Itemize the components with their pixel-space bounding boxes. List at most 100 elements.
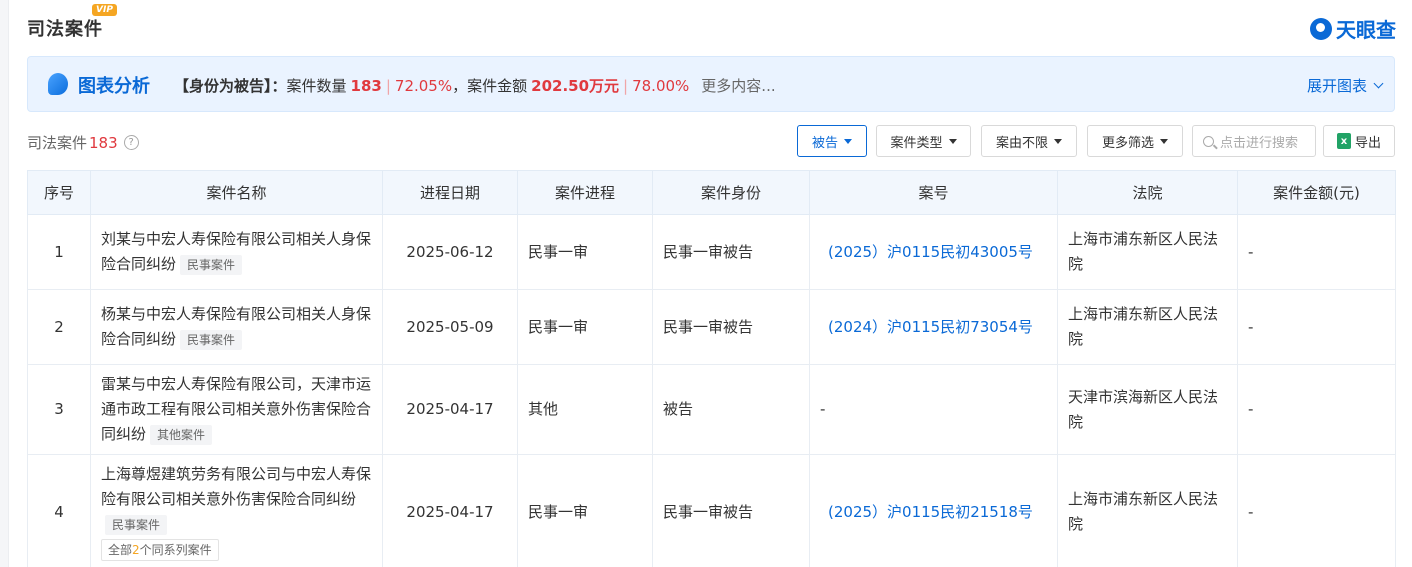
filter-role-label: 被告 xyxy=(811,135,838,151)
date-cell: 2025-06-12 xyxy=(382,214,518,290)
case-no-cell: (2024）沪0115民初73054号 xyxy=(809,289,1058,365)
filter-cause-dropdown[interactable]: 案由不限 xyxy=(981,125,1077,157)
col-header-stage: 案件进程 xyxy=(517,170,653,215)
case-no-link[interactable]: (2025）沪0115民初43005号 xyxy=(828,243,1033,261)
court-cell: 上海市浦东新区人民法院 xyxy=(1057,289,1238,365)
case-type-tag: 民事案件 xyxy=(105,515,168,535)
analysis-title: 图表分析 xyxy=(78,76,150,97)
export-button[interactable]: x 导出 xyxy=(1323,125,1395,157)
more-filters-dropdown[interactable]: 更多筛选 xyxy=(1087,125,1183,157)
row-no: 3 xyxy=(27,364,91,455)
col-header-no: 序号 xyxy=(27,170,91,215)
case-name-cell: 上海尊煜建筑劳务有限公司与中宏人寿保险有限公司相关意外伤害保险合同纠纷民事案件 … xyxy=(90,454,383,567)
help-icon[interactable]: ? xyxy=(123,135,139,150)
case-count-label: 案件数量 xyxy=(286,77,347,95)
case-no-link[interactable]: (2024）沪0115民初73054号 xyxy=(828,318,1033,336)
amount-label: 案件金额 xyxy=(467,77,528,95)
role-cell: 民事一审被告 xyxy=(652,289,810,365)
analysis-summary: 【身份为被告】： 案件数量 183 | 72.05% ， 案件金额 202.50… xyxy=(174,75,776,96)
court-cell: 天津市滨海新区人民法院 xyxy=(1057,364,1238,455)
role-label: 【身份为被告】： xyxy=(174,77,287,95)
section-label: 司法案件 xyxy=(27,134,88,152)
chart-analysis-icon xyxy=(48,73,68,95)
brand-name: 天眼查 xyxy=(1336,18,1396,42)
col-header-amount: 案件金额(元) xyxy=(1237,170,1396,215)
date-cell: 2025-04-17 xyxy=(382,364,518,455)
table-row: 3 雷某与中宏人寿保险有限公司，天津市运通市政工程有限公司相关意外伤害保险合同纠… xyxy=(27,364,1396,455)
case-count-value: 183 xyxy=(350,76,382,95)
col-header-court: 法院 xyxy=(1057,170,1238,215)
filter-case-type-label: 案件类型 xyxy=(890,135,943,151)
page-title: 司法案件 xyxy=(27,19,103,40)
case-name-cell: 杨某与中宏人寿保险有限公司相关人身保险合同纠纷 民事案件 xyxy=(90,289,383,365)
role-cell: 被告 xyxy=(652,364,810,455)
case-type-tag: 民事案件 xyxy=(180,255,243,275)
judicial-cases-page: 司法案件 VIP 天眼查 图表分析 【身份为被告】： 案件数量 183 | 72… xyxy=(0,0,1412,567)
col-header-role: 案件身份 xyxy=(652,170,810,215)
analysis-bar: 图表分析 【身份为被告】： 案件数量 183 | 72.05% ， 案件金额 2… xyxy=(27,56,1395,112)
filter-case-type-dropdown[interactable]: 案件类型 xyxy=(876,125,971,157)
table-row: 2 杨某与中宏人寿保险有限公司相关人身保险合同纠纷 民事案件 2025-05-09… xyxy=(27,289,1396,365)
row-no: 2 xyxy=(27,289,91,365)
court-cell: 上海市浦东新区人民法院 xyxy=(1057,454,1238,567)
section-header: 司法案件 183 ? xyxy=(27,132,139,153)
case-no-link[interactable]: (2025）沪0115民初21518号 xyxy=(828,503,1033,521)
table-row: 1 刘某与中宏人寿保险有限公司相关人身保险合同纠纷 民事案件 2025-06-12… xyxy=(27,214,1396,290)
series-cases-link[interactable]: 全部2个同系列案件 xyxy=(101,539,219,561)
stage-cell: 民事一审 xyxy=(517,289,653,365)
case-name-cell: 雷某与中宏人寿保险有限公司，天津市运通市政工程有限公司相关意外伤害保险合同纠纷其… xyxy=(90,364,383,455)
case-no-cell: (2025）沪0115民初21518号 xyxy=(809,454,1058,567)
separator: | xyxy=(623,76,629,95)
vip-badge: VIP xyxy=(92,4,117,16)
stage-cell: 其他 xyxy=(517,364,653,455)
stage-cell: 民事一审 xyxy=(517,454,653,567)
amount-pct: 78.00% xyxy=(632,76,690,95)
court-cell: 上海市浦东新区人民法院 xyxy=(1057,214,1238,290)
brand-logo[interactable]: 天眼查 xyxy=(1310,14,1396,43)
case-count-pct: 72.05% xyxy=(394,76,453,95)
amount-value: 202.50万元 xyxy=(531,77,620,95)
series-prefix: 全部 xyxy=(108,543,133,557)
search-icon xyxy=(1203,135,1214,147)
stage-cell: 民事一审 xyxy=(517,214,653,290)
comma: ， xyxy=(452,77,468,95)
col-header-case-no: 案号 xyxy=(809,170,1058,215)
case-name-link[interactable]: 雷某与中宏人寿保险有限公司，天津市运通市政工程有限公司相关意外伤害保险合同纠纷 xyxy=(101,375,371,443)
left-edge-panel xyxy=(0,0,9,567)
caret-down-icon xyxy=(844,138,852,144)
case-type-tag: 民事案件 xyxy=(180,330,243,350)
separator: | xyxy=(385,76,391,95)
date-cell: 2025-04-17 xyxy=(382,454,518,567)
col-header-date: 进程日期 xyxy=(382,170,518,215)
role-cell: 民事一审被告 xyxy=(652,214,810,290)
table-row: 4 上海尊煜建筑劳务有限公司与中宏人寿保险有限公司相关意外伤害保险合同纠纷民事案… xyxy=(27,454,1396,567)
case-type-tag: 其他案件 xyxy=(150,425,213,445)
case-no-cell: (2025）沪0115民初43005号 xyxy=(809,214,1058,290)
search-input[interactable]: 点击进行搜索 xyxy=(1192,125,1316,157)
amount-cell: - xyxy=(1237,364,1396,455)
amount-cell: - xyxy=(1237,289,1396,365)
chevron-down-icon xyxy=(1373,78,1384,89)
series-count: 2 xyxy=(132,543,140,557)
filter-cause-label: 案由不限 xyxy=(995,135,1048,151)
row-no: 4 xyxy=(27,454,91,567)
export-label: 导出 xyxy=(1354,135,1381,151)
amount-cell: - xyxy=(1237,214,1396,290)
row-no: 1 xyxy=(27,214,91,290)
more-content-link[interactable]: 更多内容... xyxy=(701,75,775,96)
col-header-name: 案件名称 xyxy=(90,170,383,215)
section-count: 183 xyxy=(89,133,118,152)
excel-icon: x xyxy=(1336,133,1351,149)
more-filters-label: 更多筛选 xyxy=(1101,135,1154,151)
date-cell: 2025-05-09 xyxy=(382,289,518,365)
expand-chart-label: 展开图表 xyxy=(1306,77,1367,95)
caret-down-icon xyxy=(1054,138,1062,144)
case-name-link[interactable]: 上海尊煜建筑劳务有限公司与中宏人寿保险有限公司相关意外伤害保险合同纠纷 xyxy=(101,465,371,508)
case-no-cell: - xyxy=(809,364,1058,455)
tianyancha-logo-icon xyxy=(1310,17,1332,40)
amount-cell: - xyxy=(1237,454,1396,567)
search-placeholder: 点击进行搜索 xyxy=(1220,135,1299,151)
expand-chart-button[interactable]: 展开图表 xyxy=(1306,75,1384,96)
caret-down-icon xyxy=(948,138,957,144)
filter-role-dropdown[interactable]: 被告 xyxy=(797,125,867,157)
